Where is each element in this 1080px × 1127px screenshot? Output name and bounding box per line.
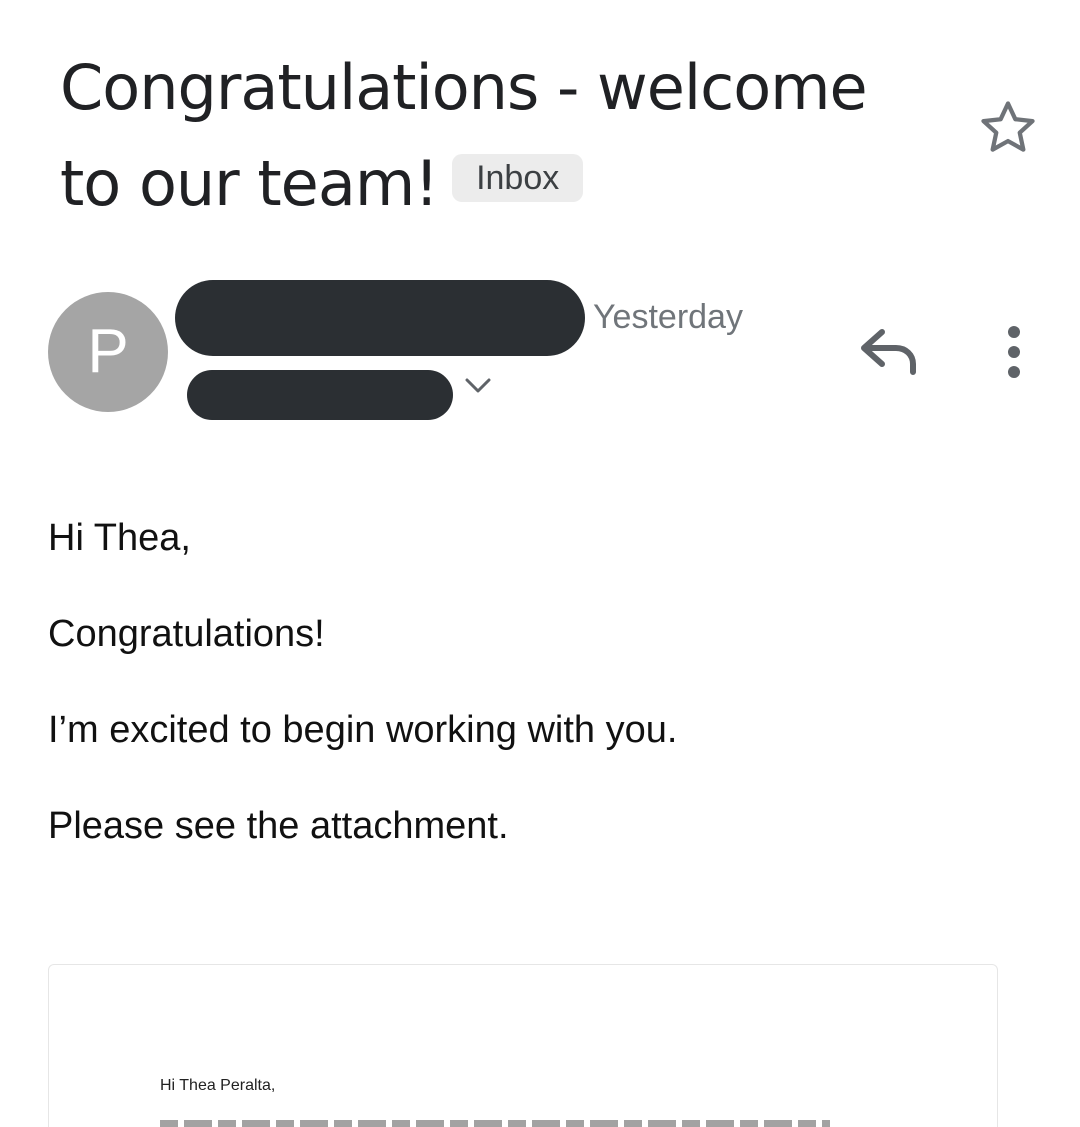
redacted-sender-name <box>175 280 585 356</box>
sender-avatar[interactable]: P <box>48 292 168 412</box>
email-view: Congratulations - welcome to our team! In… <box>0 0 1080 1127</box>
body-paragraph: Congratulations! <box>48 613 325 655</box>
attachment-text-line-cut-off <box>160 1120 830 1127</box>
body-paragraph: Hi Thea, <box>48 517 191 559</box>
email-body: Hi Thea, Congratulations! I’m excited to… <box>48 516 1008 900</box>
star-icon[interactable] <box>976 96 1040 160</box>
inbox-label-chip[interactable]: Inbox <box>452 153 584 202</box>
attachment-preview[interactable]: Hi Thea Peralta, <box>48 964 998 1127</box>
chevron-down-icon[interactable] <box>462 374 494 400</box>
email-subject-block: Congratulations - welcome to our team! In… <box>60 38 920 230</box>
email-timestamp: Yesterday <box>593 298 743 336</box>
more-vertical-icon[interactable] <box>994 324 1034 382</box>
reply-icon[interactable] <box>858 326 920 376</box>
body-paragraph: I’m excited to begin working with you. <box>48 709 678 751</box>
redacted-recipient <box>187 370 453 420</box>
body-paragraph: Please see the attachment. <box>48 805 509 847</box>
attachment-greeting: Hi Thea Peralta, <box>160 1077 276 1094</box>
